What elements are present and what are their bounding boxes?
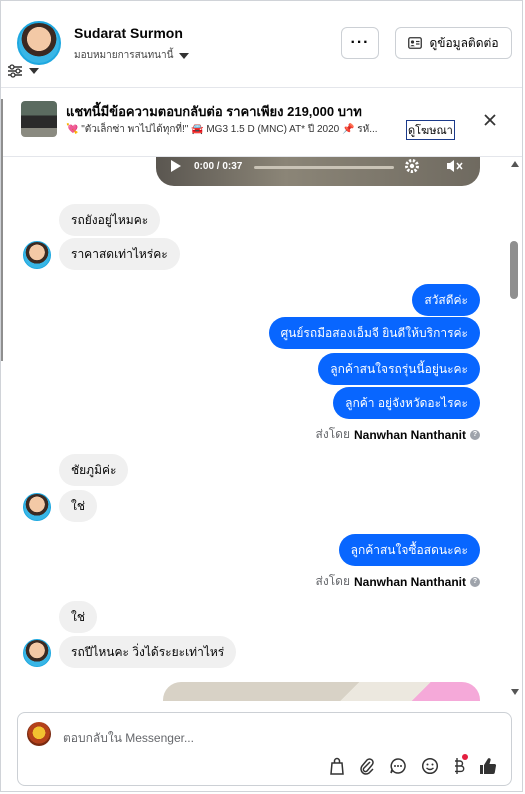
outgoing-message[interactable]: สวัสดีค่ะ bbox=[412, 284, 480, 316]
chevron-down-icon bbox=[179, 52, 190, 59]
scroll-down-arrow-icon[interactable] bbox=[511, 689, 519, 695]
assign-conversation-dropdown[interactable]: มอบหมายการสนทนานี้ bbox=[74, 48, 190, 63]
left-scroll-edge bbox=[1, 99, 3, 361]
contact-card-icon bbox=[408, 37, 423, 49]
view-ad-link[interactable]: ดูโฆษณา bbox=[406, 120, 455, 140]
sent-by-label: ส่งโดย Nanwhan Nanthanit ? bbox=[316, 425, 480, 444]
view-contact-label: ดูข้อมูลติดต่อ bbox=[429, 35, 499, 50]
sent-by-name: Nanwhan Nanthanit bbox=[353, 427, 466, 442]
mute-icon[interactable] bbox=[446, 158, 464, 174]
reply-composer[interactable]: ตอบกลับใน Messenger... bbox=[17, 712, 512, 786]
sliders-icon bbox=[8, 64, 22, 78]
incoming-message[interactable]: ใช่ bbox=[59, 490, 98, 522]
payment-button[interactable] bbox=[453, 754, 468, 775]
contact-avatar-small bbox=[23, 639, 51, 667]
incoming-message[interactable]: ใช่ bbox=[59, 601, 98, 633]
notification-dot bbox=[462, 754, 468, 760]
incoming-message[interactable]: รถยังอยู่ไหมคะ bbox=[59, 204, 161, 236]
incoming-message[interactable]: ราคาสดเท่าไหร่คะ bbox=[59, 238, 180, 270]
conversation-header: Sudarat Surmon มอบหมายการสนทนานี้ ··· ดู… bbox=[1, 1, 522, 88]
scroll-up-arrow-icon[interactable] bbox=[511, 161, 519, 167]
view-contact-button[interactable]: ดูข้อมูลติดต่อ bbox=[395, 27, 512, 59]
sent-by-name: Nanwhan Nanthanit bbox=[353, 574, 466, 589]
ad-reply-banner: แชทนี้มีข้อความตอบกลับต่อ ราคาเพียง 219,… bbox=[1, 88, 522, 157]
outgoing-message[interactable]: ลูกค้าสนใจซื้อสดนะคะ bbox=[338, 534, 480, 566]
scrollbar[interactable] bbox=[507, 157, 522, 701]
emoji-icon[interactable] bbox=[421, 757, 439, 775]
image-message[interactable] bbox=[163, 682, 480, 701]
contact-avatar-small bbox=[23, 493, 51, 521]
ad-banner-title: แชทนี้มีข้อความตอบกลับต่อ ราคาเพียง 219,… bbox=[66, 104, 362, 119]
video-time: 0:00 / 0:37 bbox=[194, 161, 243, 172]
thumbs-up-icon[interactable] bbox=[479, 757, 497, 775]
conversation-panel: Sudarat Surmon มอบหมายการสนทนานี้ ··· ดู… bbox=[0, 0, 523, 792]
play-icon[interactable] bbox=[170, 159, 182, 173]
reply-input[interactable]: ตอบกลับใน Messenger... bbox=[63, 729, 194, 748]
sent-by-prefix: ส่งโดย bbox=[315, 427, 350, 441]
page-avatar bbox=[27, 722, 51, 746]
shopping-bag-icon[interactable] bbox=[329, 757, 345, 775]
assign-label: มอบหมายการสนทนานี้ bbox=[74, 50, 174, 61]
more-options-button[interactable]: ··· bbox=[341, 27, 379, 59]
video-progress-track[interactable] bbox=[254, 166, 394, 169]
sent-by-label: ส่งโดย Nanwhan Nanthanit ? bbox=[316, 572, 480, 591]
scrollbar-thumb[interactable] bbox=[510, 241, 518, 299]
saved-reply-icon[interactable] bbox=[389, 757, 407, 775]
contact-avatar-small bbox=[23, 241, 51, 269]
outgoing-message[interactable]: ลูกค้า อยู่จังหวัดอะไรคะ bbox=[333, 387, 480, 419]
ad-thumbnail bbox=[21, 101, 57, 137]
incoming-message[interactable]: ชัยภูมิค่ะ bbox=[59, 454, 129, 486]
attachment-icon[interactable] bbox=[359, 757, 375, 775]
filter-chevron-down-icon bbox=[29, 68, 39, 74]
close-banner-icon[interactable] bbox=[479, 109, 501, 131]
info-icon[interactable]: ? bbox=[470, 576, 480, 587]
message-thread: 0:00 / 0:37 รถยังอยู่ไหมคะ ราคาสดเท่าไหร… bbox=[1, 157, 506, 701]
video-message[interactable]: 0:00 / 0:37 bbox=[156, 157, 480, 186]
incoming-message[interactable]: รถปีไหนคะ วิ่งได้ระยะเท่าไหร่ bbox=[59, 636, 237, 668]
sent-by-prefix: ส่งโดย bbox=[315, 574, 350, 588]
contact-name[interactable]: Sudarat Surmon bbox=[74, 25, 183, 41]
filter-button[interactable] bbox=[7, 59, 49, 83]
outgoing-message[interactable]: ลูกค้าสนใจรถรุ่นนี้อยู่นะคะ bbox=[318, 353, 480, 385]
settings-gear-icon[interactable] bbox=[404, 158, 420, 174]
outgoing-message[interactable]: ศูนย์รถมือสองเอ็มจี ยินดีให้บริการค่ะ bbox=[268, 317, 480, 349]
composer-toolbar bbox=[329, 754, 497, 775]
info-icon[interactable]: ? bbox=[470, 429, 480, 440]
ad-banner-subtitle: 💘 "ตัวเล็กซ่า พาไปได้ทุกที่!" 🚘 MG3 1.5 … bbox=[66, 124, 378, 135]
